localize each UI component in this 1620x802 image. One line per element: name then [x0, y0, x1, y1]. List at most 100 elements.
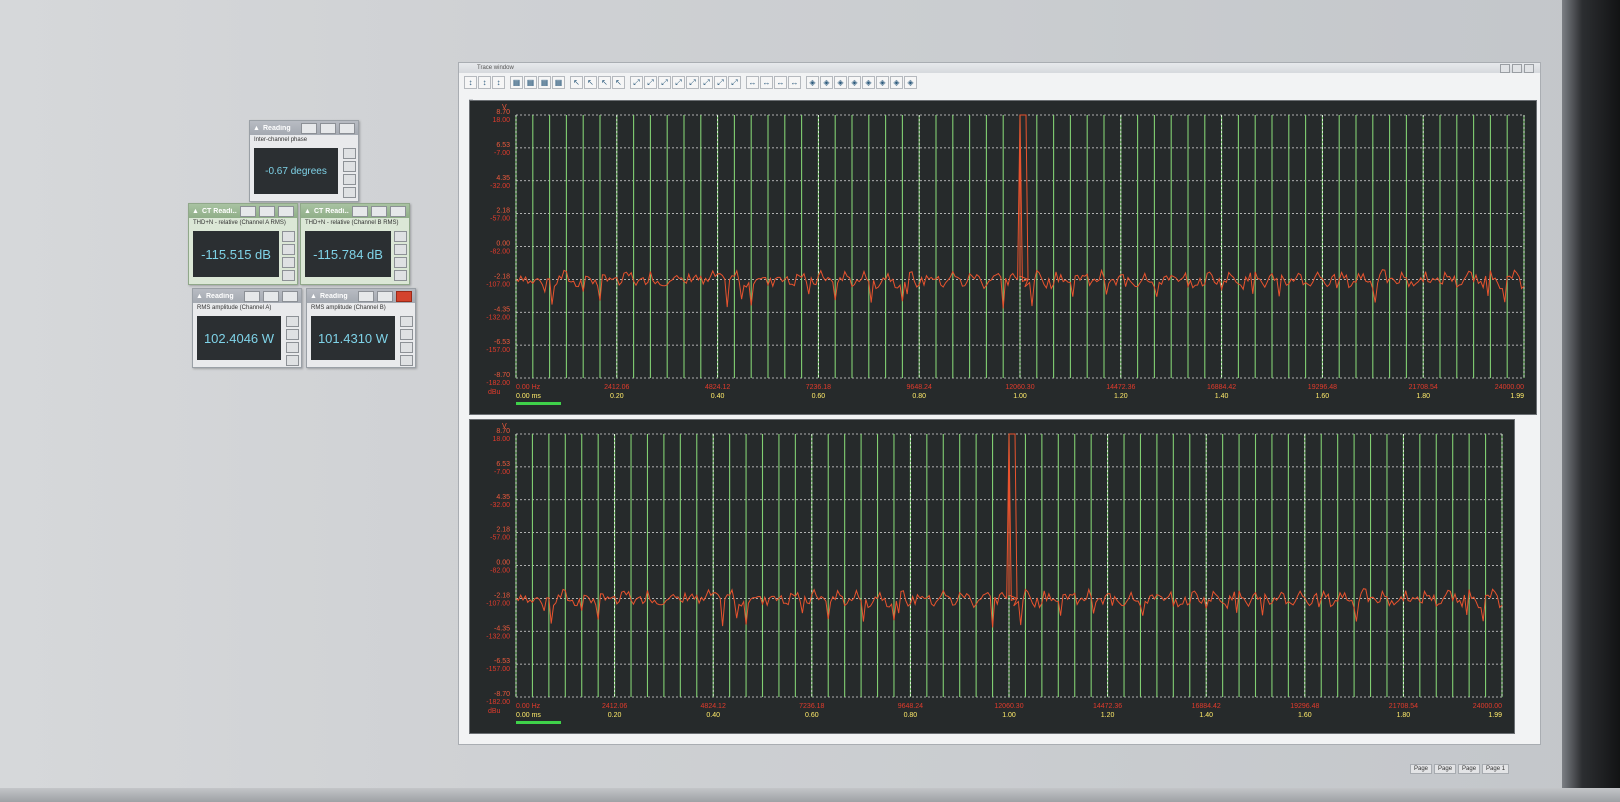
- scale-icon[interactable]: ↔: [774, 75, 787, 89]
- cursor-icon[interactable]: ↖: [598, 75, 611, 89]
- x-tick-label-time: 1.60: [1316, 393, 1330, 400]
- settings-button[interactable]: [394, 244, 407, 255]
- status-page-tab[interactable]: Page: [1458, 764, 1481, 774]
- chart-button[interactable]: [400, 316, 413, 327]
- reading-window-rms-b[interactable]: ▲ Reading RMS amplitude (Channel B) 101.…: [306, 288, 416, 368]
- grid-icon[interactable]: ▦: [538, 75, 551, 89]
- maximize-button[interactable]: [371, 205, 387, 217]
- chart-button[interactable]: [282, 231, 295, 242]
- arrows-icon[interactable]: ↕: [464, 75, 477, 89]
- reading-titlebar[interactable]: ▲ CT Readi...: [189, 204, 297, 218]
- reading-window-phase[interactable]: ▲ Reading Inter-channel phase -0.67 degr…: [249, 120, 359, 202]
- x-tick-label-frequency: 0.00 Hz: [516, 384, 541, 391]
- export-button[interactable]: [343, 174, 356, 185]
- arrows-icon[interactable]: ↕: [492, 75, 505, 89]
- marker-icon[interactable]: ◈: [848, 75, 861, 89]
- resize-button[interactable]: [394, 270, 407, 281]
- zoom-icon[interactable]: ⤢: [686, 75, 699, 89]
- chart-button[interactable]: [394, 231, 407, 242]
- trace-window[interactable]: Trace window ↕ ↕ ↕ ▦ ▦ ▦ ▦ ↖ ↖ ↖ ↖ ⤢ ⤢ ⤢ ⤢ ⤢ ⤢ ⤢ ⤢ ↔ ↔ ↔ ↔ ◈ ◈ ◈ ◈…: [458, 62, 1541, 745]
- resize-button[interactable]: [282, 270, 295, 281]
- minimize-button[interactable]: [358, 290, 374, 302]
- maximize-button[interactable]: [263, 290, 279, 302]
- trace-window-titlebar[interactable]: Trace window: [459, 63, 1540, 73]
- cursor-icon[interactable]: ↖: [584, 75, 597, 89]
- minimize-button[interactable]: [352, 205, 368, 217]
- reading-titlebar[interactable]: ▲ Reading: [307, 289, 415, 303]
- graph-panel-2[interactable]: 8.70 18.00 6.53 -7.00 4.35 -32.00 2.18 -57.00 0.…: [469, 419, 1515, 734]
- collapse-icon[interactable]: ▲: [304, 208, 311, 215]
- export-button[interactable]: [282, 257, 295, 268]
- chart-button[interactable]: [343, 148, 356, 159]
- zoom-icon[interactable]: ⤢: [658, 75, 671, 89]
- grid-icon[interactable]: ▦: [552, 75, 565, 89]
- maximize-button[interactable]: [377, 290, 393, 302]
- graph-1-svg[interactable]: 8.7018.006.53-7.004.35-32.002.18-57.000.…: [470, 101, 1536, 414]
- reading-label: RMS amplitude (Channel A): [197, 305, 272, 311]
- chart-button[interactable]: [286, 316, 299, 327]
- close-button[interactable]: [278, 205, 294, 217]
- settings-button[interactable]: [400, 329, 413, 340]
- graph-2-svg[interactable]: 8.7018.006.53-7.004.35-32.002.18-57.000.…: [470, 420, 1514, 733]
- collapse-icon[interactable]: ▲: [310, 293, 317, 300]
- settings-button[interactable]: [343, 161, 356, 172]
- resize-button[interactable]: [400, 355, 413, 366]
- minimize-button[interactable]: [240, 205, 256, 217]
- settings-button[interactable]: [282, 244, 295, 255]
- reading-window-thd-b[interactable]: ▲ CT Readi... THD+N - relative (Channel …: [300, 203, 410, 285]
- resize-button[interactable]: [343, 187, 356, 198]
- arrows-icon[interactable]: ↕: [478, 75, 491, 89]
- maximize-button[interactable]: [259, 205, 275, 217]
- export-button[interactable]: [394, 257, 407, 268]
- grid-icon[interactable]: ▦: [524, 75, 537, 89]
- scale-icon[interactable]: ↔: [746, 75, 759, 89]
- zoom-icon[interactable]: ⤢: [700, 75, 713, 89]
- minimize-button[interactable]: [244, 290, 260, 302]
- export-button[interactable]: [400, 342, 413, 353]
- scale-icon[interactable]: ↔: [760, 75, 773, 89]
- status-page-tab[interactable]: Page: [1410, 764, 1433, 774]
- minimize-button[interactable]: [1500, 64, 1510, 73]
- zoom-icon[interactable]: ⤢: [672, 75, 685, 89]
- close-button[interactable]: [339, 122, 355, 134]
- marker-icon[interactable]: ◈: [904, 75, 917, 89]
- resize-button[interactable]: [286, 355, 299, 366]
- close-button[interactable]: [396, 290, 412, 302]
- marker-icon[interactable]: ◈: [806, 75, 819, 89]
- cursor-icon[interactable]: ↖: [570, 75, 583, 89]
- close-button[interactable]: [390, 205, 406, 217]
- reading-titlebar[interactable]: ▲ Reading: [250, 121, 358, 135]
- cursor-icon[interactable]: ↖: [612, 75, 625, 89]
- grid-icon[interactable]: ▦: [510, 75, 523, 89]
- settings-button[interactable]: [286, 329, 299, 340]
- zoom-icon[interactable]: ⤢: [728, 75, 741, 89]
- marker-icon[interactable]: ◈: [834, 75, 847, 89]
- maximize-button[interactable]: [320, 122, 336, 134]
- export-button[interactable]: [286, 342, 299, 353]
- maximize-button[interactable]: [1512, 64, 1522, 73]
- marker-icon[interactable]: ◈: [820, 75, 833, 89]
- marker-icon[interactable]: ◈: [890, 75, 903, 89]
- reading-titlebar[interactable]: ▲ Reading: [193, 289, 301, 303]
- marker-icon[interactable]: ◈: [862, 75, 875, 89]
- minimize-button[interactable]: [301, 122, 317, 134]
- marker-icon[interactable]: ◈: [876, 75, 889, 89]
- reading-titlebar[interactable]: ▲ CT Readi...: [301, 204, 409, 218]
- zoom-icon[interactable]: ⤢: [630, 75, 643, 89]
- close-button[interactable]: [1524, 64, 1534, 73]
- reading-value: -0.67 degrees: [254, 148, 338, 194]
- reading-side-buttons: [400, 316, 413, 366]
- zoom-icon[interactable]: ⤢: [714, 75, 727, 89]
- status-page-tab[interactable]: Page 1: [1482, 764, 1510, 774]
- graph-panel-1[interactable]: 8.70 18.00 6.53 -7.00 4.35 -32.00 2.18 -57.00 0.…: [469, 100, 1537, 415]
- reading-window-rms-a[interactable]: ▲ Reading RMS amplitude (Channel A) 102.…: [192, 288, 302, 368]
- status-page-tab[interactable]: Page: [1434, 764, 1457, 774]
- close-button[interactable]: [282, 290, 298, 302]
- reading-window-thd-a[interactable]: ▲ CT Readi... THD+N - relative (Channel …: [188, 203, 298, 285]
- collapse-icon[interactable]: ▲: [196, 293, 203, 300]
- collapse-icon[interactable]: ▲: [192, 208, 199, 215]
- zoom-icon[interactable]: ⤢: [644, 75, 657, 89]
- scale-icon[interactable]: ↔: [788, 75, 801, 89]
- collapse-icon[interactable]: ▲: [253, 125, 260, 132]
- y-tick-label-dbu: 18.00: [492, 436, 510, 443]
